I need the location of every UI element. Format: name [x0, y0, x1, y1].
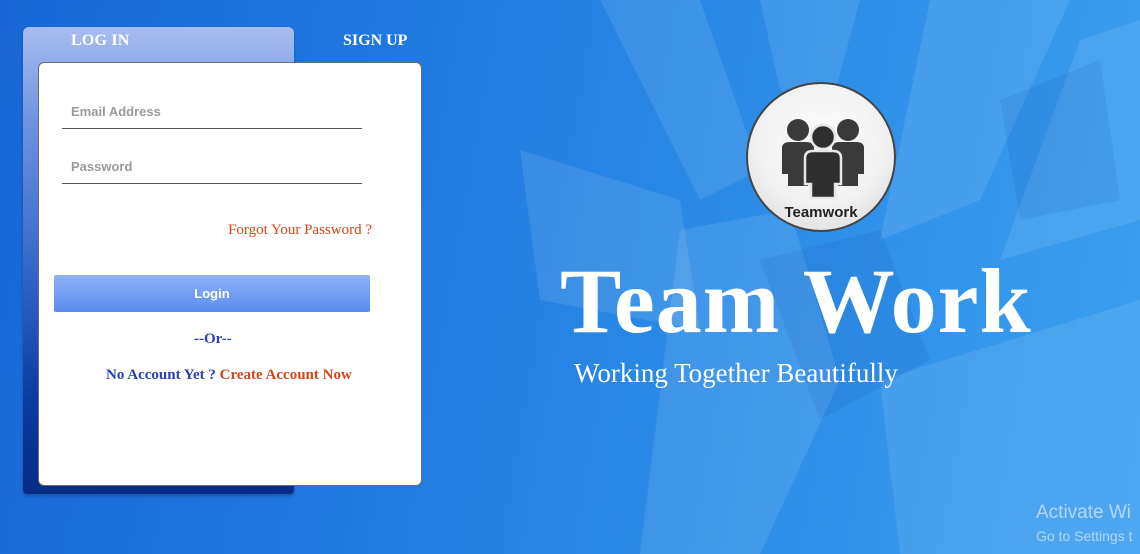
- email-field[interactable]: [62, 95, 362, 129]
- login-button[interactable]: Login: [54, 275, 370, 312]
- teamwork-logo: Teamwork: [746, 82, 896, 232]
- hero-title: Team Work: [560, 250, 1032, 352]
- forgot-password-link[interactable]: Forgot Your Password ?: [228, 222, 372, 239]
- no-account-prompt: No Account Yet ? Create Account Now: [106, 367, 352, 384]
- people-group-icon: [782, 119, 864, 199]
- password-field[interactable]: [62, 150, 362, 184]
- hero-subtitle: Working Together Beautifully: [574, 358, 898, 388]
- create-account-link[interactable]: Create Account Now: [220, 367, 352, 383]
- or-divider: --Or--: [194, 331, 232, 347]
- activate-watermark-title: Activate Wi: [1036, 502, 1132, 523]
- tab-signup[interactable]: SIGN UP: [343, 32, 407, 50]
- no-account-text: No Account Yet ?: [106, 367, 216, 383]
- activate-watermark-subtitle: Go to Settings t: [1036, 528, 1133, 544]
- logo-caption: Teamwork: [784, 204, 858, 221]
- login-card: Forgot Your Password ? Login --Or-- No A…: [38, 62, 422, 486]
- tab-login[interactable]: LOG IN: [71, 32, 130, 50]
